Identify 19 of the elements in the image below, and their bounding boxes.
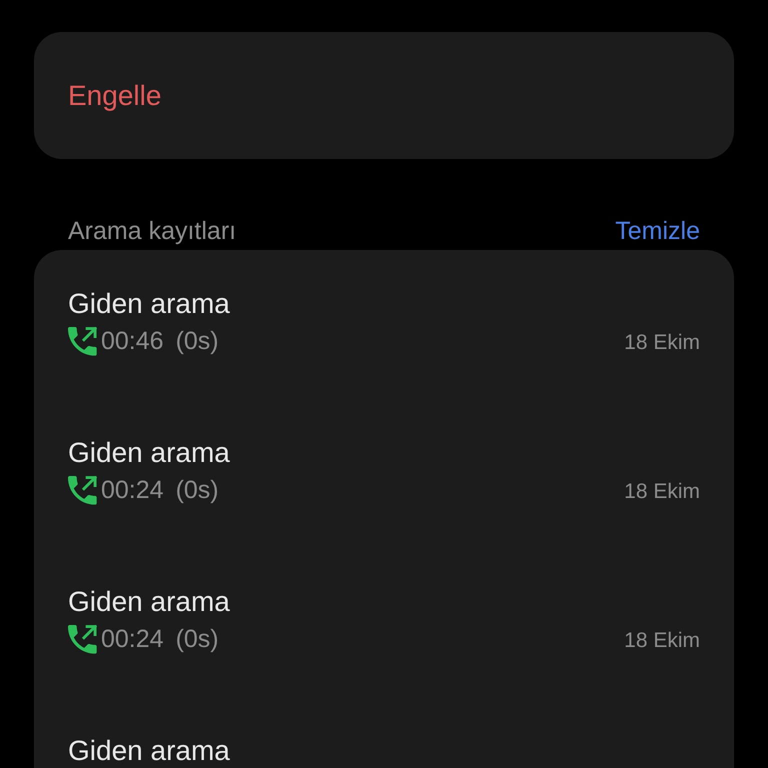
section-title: Arama kayıtları [68, 216, 236, 246]
outgoing-call-icon [68, 326, 97, 356]
call-duration: (0s) [176, 326, 219, 356]
outgoing-call-icon [68, 624, 97, 654]
call-time: 00:24 [101, 624, 164, 654]
call-type-label: Giden arama [68, 438, 230, 468]
call-date: 18 Ekim [624, 479, 700, 505]
clear-button[interactable]: Temizle [615, 216, 700, 246]
block-button[interactable]: Engelle [34, 32, 734, 159]
call-duration: (0s) [176, 475, 219, 505]
call-time: 00:24 [101, 475, 164, 505]
call-date: 18 Ekim [624, 628, 700, 654]
call-duration: (0s) [176, 624, 219, 654]
outgoing-call-icon [68, 476, 97, 504]
call-date: 18 Ekim [624, 330, 700, 356]
call-type-label: Giden arama [68, 587, 230, 617]
call-time: 00:46 [101, 326, 164, 356]
call-type-label: Giden arama [68, 736, 230, 766]
call-type-label: Giden arama [68, 289, 230, 319]
